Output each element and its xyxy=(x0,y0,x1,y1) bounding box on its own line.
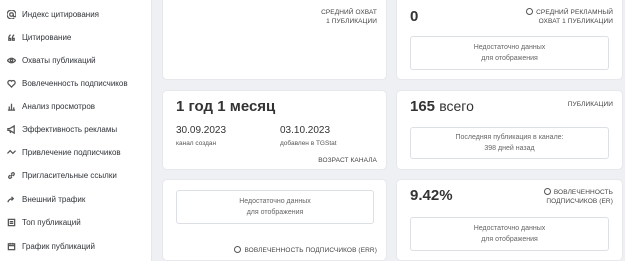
sidebar-item-label: Цитирование xyxy=(22,32,72,42)
sidebar-item-label: Вовлеченность подписчиков xyxy=(22,78,128,88)
average-reach-label: СРЕДНИЙ ОХВАТ 1 ПУБЛИКАЦИИ xyxy=(321,9,377,25)
info-icon[interactable] xyxy=(526,7,534,15)
sidebar-item-invite-links[interactable]: Пригласительные ссылки xyxy=(0,164,152,186)
card-average-reach: СРЕДНИЙ ОХВАТ 1 ПУБЛИКАЦИИ xyxy=(163,0,386,79)
sidebar-item-external-traffic[interactable]: Внешний трафик xyxy=(0,188,152,210)
sidebar-item-label: Внешний трафик xyxy=(22,194,86,204)
sidebar-item-post-schedule[interactable]: График публикаций xyxy=(0,235,152,257)
link-icon xyxy=(6,170,16,180)
heart-icon xyxy=(6,78,16,88)
card-engagement-er: 9.42% ВОВЛЕЧЕННОСТЬ ПОДПИСЧИКОВ (ER) Нед… xyxy=(397,180,622,260)
card-engagement-err: Недостаточно данных для отображения ВОВЛ… xyxy=(163,180,386,260)
sidebar-item-label: Индекс цитирования xyxy=(22,9,100,19)
share-icon xyxy=(6,194,16,204)
calendar-icon xyxy=(6,241,16,251)
ad-reach-value: 0 xyxy=(410,8,419,25)
er-empty-state: Недостаточно данных для отображения xyxy=(410,217,609,251)
at-icon xyxy=(6,9,16,19)
card-publications: 165 всего ПУБЛИКАЦИИ Последняя публикаци… xyxy=(397,91,622,169)
sidebar-item-subscriber-growth[interactable]: Привлечение подписчиков xyxy=(0,141,152,163)
megaphone-icon xyxy=(6,124,16,134)
er-label: ВОВЛЕЧЕННОСТЬ ПОДПИСЧИКОВ (ER) xyxy=(543,187,613,206)
sidebar-item-label: Анализ просмотров xyxy=(22,101,96,111)
channel-age-label: ВОЗРАСТ КАНАЛА xyxy=(318,157,377,164)
ad-reach-label: СРЕДНИЙ РЕКЛАМНЫЙ ОХВАТ 1 ПУБЛИКАЦИИ xyxy=(526,7,613,26)
bar-chart-icon xyxy=(6,101,16,111)
info-icon[interactable] xyxy=(234,245,242,253)
sidebar-item-engagement[interactable]: Вовлеченность подписчиков xyxy=(0,72,152,94)
channel-added-date: 03.10.2023 xyxy=(280,125,331,136)
card-channel-age: 1 год 1 месяц 30.09.2023 канал создан 03… xyxy=(163,91,386,169)
list-icon xyxy=(6,217,16,227)
channel-created-date: 30.09.2023 xyxy=(176,125,227,136)
sidebar-nav: Индекс цитирования Цитирование Охваты пу… xyxy=(0,0,152,261)
sidebar-item-citation-index[interactable]: Индекс цитирования xyxy=(0,3,152,25)
sidebar-item-label: Эффективность рекламы xyxy=(22,124,118,134)
sidebar-item-label: График публикаций xyxy=(22,241,95,251)
sidebar-item-top-posts[interactable]: Топ публикаций xyxy=(0,211,152,233)
ad-reach-empty-state: Недостаточно данных для отображения xyxy=(410,36,609,70)
eye-icon xyxy=(6,55,16,65)
card-average-ad-reach: 0 СРЕДНИЙ РЕКЛАМНЫЙ ОХВАТ 1 ПУБЛИКАЦИИ Н… xyxy=(397,0,622,79)
channel-created-label: канал создан xyxy=(176,140,217,147)
info-icon[interactable] xyxy=(543,187,551,195)
er-value: 9.42% xyxy=(410,187,453,204)
trend-icon xyxy=(6,147,16,157)
sidebar-item-label: Топ публикаций xyxy=(22,217,81,227)
channel-added-label: добавлен в TGStat xyxy=(280,140,337,147)
sidebar-item-views-analysis[interactable]: Анализ просмотров xyxy=(0,95,152,117)
err-label: ВОВЛЕЧЕННОСТЬ ПОДПИСЧИКОВ (ERR) xyxy=(234,245,377,255)
publications-label: ПУБЛИКАЦИИ xyxy=(567,101,613,108)
sidebar-item-ad-efficiency[interactable]: Эффективность рекламы xyxy=(0,118,152,140)
publications-value: 165 всего xyxy=(410,98,474,115)
sidebar-item-label: Пригласительные ссылки xyxy=(22,170,117,180)
sidebar-item-citations[interactable]: Цитирование xyxy=(0,26,152,48)
channel-age-value: 1 год 1 месяц xyxy=(176,98,276,115)
quote-icon xyxy=(6,32,16,42)
err-empty-state: Недостаточно данных для отображения xyxy=(176,190,374,224)
sidebar-item-label: Привлечение подписчиков xyxy=(22,147,121,157)
last-publication-box: Последняя публикация в канале: 398 дней … xyxy=(410,127,609,159)
sidebar-item-post-reach[interactable]: Охваты публикаций xyxy=(0,49,152,71)
sidebar-item-label: Охваты публикаций xyxy=(22,55,96,65)
